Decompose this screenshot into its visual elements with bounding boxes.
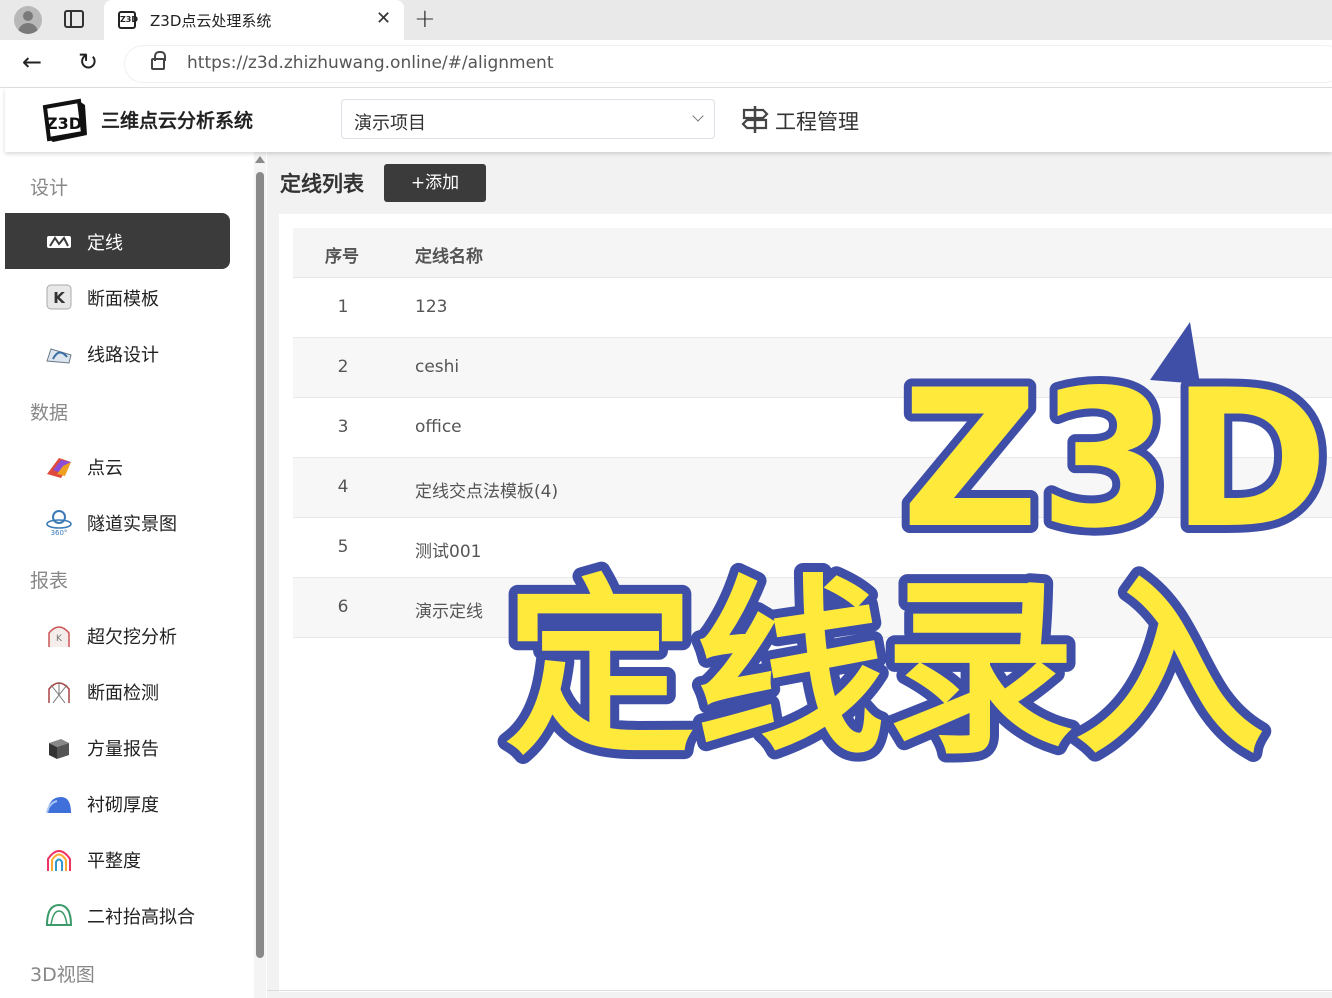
- url-field[interactable]: https://z3d.zhizhuwang.online/#/alignmen…: [124, 45, 1332, 83]
- sidebar-item-label: 超欠挖分析: [87, 627, 177, 648]
- panorama-360-icon: 360°: [46, 510, 72, 536]
- sidebar-item-alignment[interactable]: 定线: [5, 213, 230, 269]
- new-tab-icon[interactable]: +: [414, 4, 436, 34]
- secondary-lining-icon: [45, 903, 73, 926]
- sidebar-scrollbar[interactable]: [254, 152, 266, 998]
- project-select[interactable]: 演示项目: [341, 99, 715, 139]
- sidebar-item-label: 点云: [87, 458, 123, 479]
- sidebar-item-section-template[interactable]: K 断面模板: [5, 269, 230, 325]
- browser-tab[interactable]: Z3D Z3D点云处理系统 ✕: [104, 0, 404, 40]
- row-name: office: [415, 417, 462, 437]
- browser-tab-bar: Z3D Z3D点云处理系统 ✕ +: [0, 0, 1332, 40]
- sidebar-item-label: 断面模板: [87, 289, 159, 310]
- row-index: 4: [337, 477, 349, 497]
- row-index: 1: [337, 297, 349, 317]
- app-title: 三维点云分析系统: [101, 110, 254, 132]
- sidebar-item-label: 方量报告: [87, 739, 159, 760]
- row-name: 演示定线: [415, 602, 483, 622]
- table-row[interactable]: 2 ceshi: [293, 338, 1332, 398]
- sidebar-item-label: 平整度: [87, 851, 141, 872]
- table-header: 序号 定线名称: [293, 228, 1332, 278]
- favicon-icon: Z3D: [118, 11, 138, 29]
- flatness-icon: [47, 850, 71, 871]
- section-template-icon: K: [46, 284, 72, 310]
- scroll-thumb[interactable]: [256, 172, 264, 958]
- svg-text:360°: 360°: [51, 529, 68, 536]
- table-row[interactable]: 3 office: [293, 398, 1332, 458]
- tab-title: Z3D点云处理系统: [150, 12, 272, 30]
- table-row[interactable]: 1 123: [293, 278, 1332, 338]
- sidebar-item-label: 线路设计: [87, 345, 159, 366]
- reload-icon[interactable]: ↻: [78, 48, 98, 76]
- sidebar-item-volume-report[interactable]: 方量报告: [5, 719, 230, 775]
- sidebar-item-label: 断面检测: [87, 683, 159, 704]
- scroll-up-icon[interactable]: [255, 156, 265, 163]
- section-title-reports: 报表: [30, 570, 69, 592]
- section-title-3d-view: 3D视图: [30, 964, 95, 986]
- overbreak-icon: K: [48, 626, 70, 647]
- row-name: 测试001: [415, 542, 482, 562]
- project-select-value: 演示项目: [354, 113, 426, 134]
- sidebar-item-point-cloud[interactable]: 点云: [5, 438, 230, 494]
- row-index: 3: [337, 417, 349, 437]
- table-row[interactable]: 4 定线交点法模板(4): [293, 458, 1332, 518]
- column-header-index[interactable]: 序号: [325, 242, 359, 267]
- row-index: 2: [337, 357, 349, 377]
- volume-report-icon: [49, 739, 69, 759]
- row-name: 123: [415, 297, 448, 317]
- table-row[interactable]: 5 测试001: [293, 518, 1332, 578]
- lock-icon[interactable]: [151, 51, 166, 70]
- table-row[interactable]: 6 演示定线: [293, 578, 1332, 638]
- sidebar-item-section-check[interactable]: 断面检测: [5, 663, 230, 719]
- lining-thickness-icon: [46, 797, 71, 814]
- section-title-data: 数据: [30, 402, 69, 424]
- row-index: 6: [337, 597, 349, 617]
- svg-text:K: K: [53, 289, 66, 307]
- row-name: 定线交点法模板(4): [415, 482, 559, 502]
- row-index: 5: [337, 537, 349, 557]
- column-header-name[interactable]: 定线名称: [415, 242, 483, 267]
- table-container: 序号 定线名称 1 123 2 ceshi 3 office 4 定线交点法模板…: [279, 214, 1332, 992]
- sidebar-item-lining-thickness[interactable]: 衬砌厚度: [5, 775, 230, 831]
- sidebar-item-route-design[interactable]: 线路设计: [5, 325, 230, 381]
- z3d-logo-icon: Z3D: [42, 98, 87, 142]
- tab-actions-icon[interactable]: [64, 10, 84, 28]
- address-bar: ← ↻ https://z3d.zhizhuwang.online/#/alig…: [0, 40, 1332, 88]
- logo-text: Z3D: [46, 114, 82, 133]
- engineering-management-link[interactable]: 工程管理: [741, 104, 859, 136]
- sidebar-item-label: 隧道实景图: [87, 514, 177, 535]
- close-tab-icon[interactable]: ✕: [376, 8, 391, 29]
- alignment-table: 序号 定线名称 1 123 2 ceshi 3 office 4 定线交点法模板…: [293, 228, 1332, 638]
- app-header: Z3D 三维点云分析系统 演示项目 工程管理: [5, 88, 1332, 152]
- sidebar: 设计 定线 K 断面模板 线路设计 数据 点云 360° 隧道实景图 报表 K …: [5, 152, 267, 998]
- profile-avatar-icon[interactable]: [14, 6, 42, 34]
- point-cloud-icon: [47, 458, 71, 478]
- engineering-management-label: 工程管理: [775, 110, 859, 134]
- main-content: 定线列表 +添加 序号 定线名称 1 123 2 ceshi 3 office …: [267, 152, 1332, 998]
- sidebar-item-panorama[interactable]: 360° 隧道实景图: [5, 494, 230, 550]
- row-name: ceshi: [415, 357, 460, 377]
- sidebar-item-flatness[interactable]: 平整度: [5, 831, 230, 887]
- alignment-icon: [47, 236, 71, 248]
- url-text[interactable]: https://z3d.zhizhuwang.online/#/alignmen…: [187, 53, 554, 73]
- back-icon[interactable]: ←: [22, 48, 42, 76]
- sidebar-item-label: 二衬抬高拟合: [87, 907, 195, 928]
- signpost-icon: [741, 106, 769, 133]
- section-check-icon: [48, 682, 70, 704]
- route-design-icon: [46, 348, 72, 364]
- sidebar-item-overbreak[interactable]: K 超欠挖分析: [5, 607, 230, 663]
- chevron-down-icon: [692, 110, 704, 122]
- sidebar-item-secondary-lining[interactable]: 二衬抬高拟合: [5, 887, 230, 943]
- sidebar-item-label: 定线: [87, 233, 123, 254]
- page-title: 定线列表: [280, 172, 364, 196]
- section-title-design: 设计: [30, 177, 69, 199]
- divider: [267, 990, 1332, 991]
- add-button[interactable]: +添加: [384, 164, 486, 202]
- sidebar-item-label: 衬砌厚度: [87, 795, 159, 816]
